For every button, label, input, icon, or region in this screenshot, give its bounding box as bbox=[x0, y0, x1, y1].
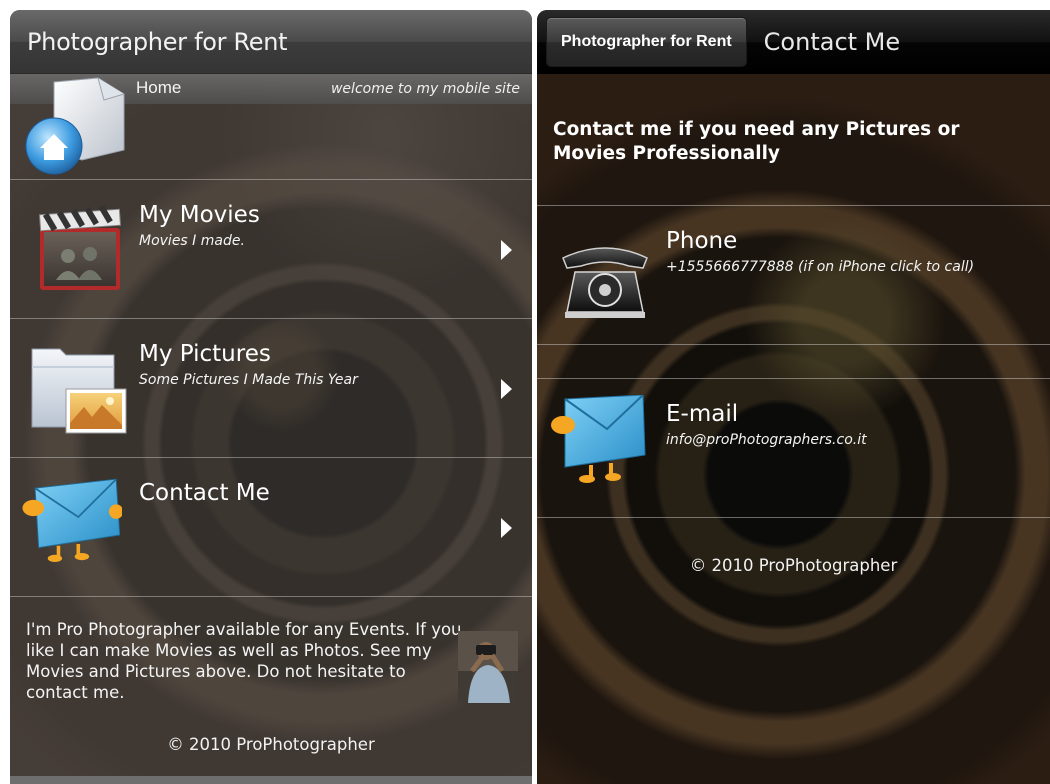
menu-item-subtitle: Some Pictures I Made This Year bbox=[139, 372, 358, 388]
envelope-mascot-icon bbox=[22, 478, 122, 562]
menu-item-my-movies[interactable]: My Movies Movies I made. bbox=[10, 180, 532, 319]
title-bar: Photographer for Rent bbox=[10, 10, 532, 74]
home-link[interactable]: Home bbox=[136, 78, 181, 98]
tab-bar: Photographer for Rent Contact Me bbox=[537, 10, 1050, 74]
home-row[interactable]: Home welcome to my mobile site bbox=[10, 74, 532, 180]
phone-number-link[interactable]: +1555666777888 (if on iPhone click to ca… bbox=[666, 259, 974, 275]
copyright-footer: © 2010 ProPhotographer bbox=[689, 556, 898, 575]
menu-item-my-pictures[interactable]: My Pictures Some Pictures I Made This Ye… bbox=[10, 319, 532, 458]
contact-item-email[interactable]: E-mail info@proPhotographers.co.it bbox=[537, 379, 1050, 518]
page-title: Photographer for Rent bbox=[27, 27, 288, 56]
intro-text: Contact me if you need any Pictures or M… bbox=[553, 119, 960, 164]
menu-item-title: Contact Me bbox=[139, 480, 270, 506]
copyright-footer: © 2010 ProPhotographer bbox=[167, 735, 375, 754]
about-section: I'm Pro Photographer available for any E… bbox=[10, 597, 532, 777]
menu-item-title: My Pictures bbox=[139, 341, 271, 367]
back-button[interactable]: Photographer for Rent bbox=[546, 17, 747, 67]
chevron-right-icon bbox=[501, 518, 512, 538]
chevron-right-icon bbox=[501, 379, 512, 399]
menu-item-title: My Movies bbox=[139, 202, 260, 228]
movie-clapper-icon bbox=[39, 206, 121, 290]
contact-item-phone[interactable]: Phone +1555666777888 (if on iPhone click… bbox=[537, 206, 1050, 345]
contact-title: Phone bbox=[666, 228, 738, 254]
about-text: I'm Pro Photographer available for any E… bbox=[26, 620, 462, 702]
home-folder-icon bbox=[25, 77, 125, 175]
welcome-tagline: welcome to my mobile site bbox=[330, 81, 520, 97]
telephone-icon bbox=[562, 247, 648, 318]
chevron-right-icon bbox=[501, 240, 512, 260]
intro-section: Contact me if you need any Pictures or M… bbox=[537, 74, 1050, 206]
menu-item-subtitle: Movies I made. bbox=[139, 233, 245, 249]
email-link[interactable]: info@proPhotographers.co.it bbox=[666, 432, 867, 448]
pictures-folder-icon bbox=[31, 348, 127, 434]
menu-item-contact-me[interactable]: Contact Me bbox=[10, 458, 532, 597]
page-title: Contact Me bbox=[763, 28, 901, 56]
left-phone-screen: Photographer for Rent Home welcome to my… bbox=[10, 10, 532, 784]
envelope-mascot-icon bbox=[551, 395, 646, 483]
contact-title: E-mail bbox=[666, 401, 739, 427]
photographer-avatar bbox=[458, 631, 518, 703]
right-phone-screen: Photographer for Rent Contact Me Contact… bbox=[537, 10, 1050, 784]
